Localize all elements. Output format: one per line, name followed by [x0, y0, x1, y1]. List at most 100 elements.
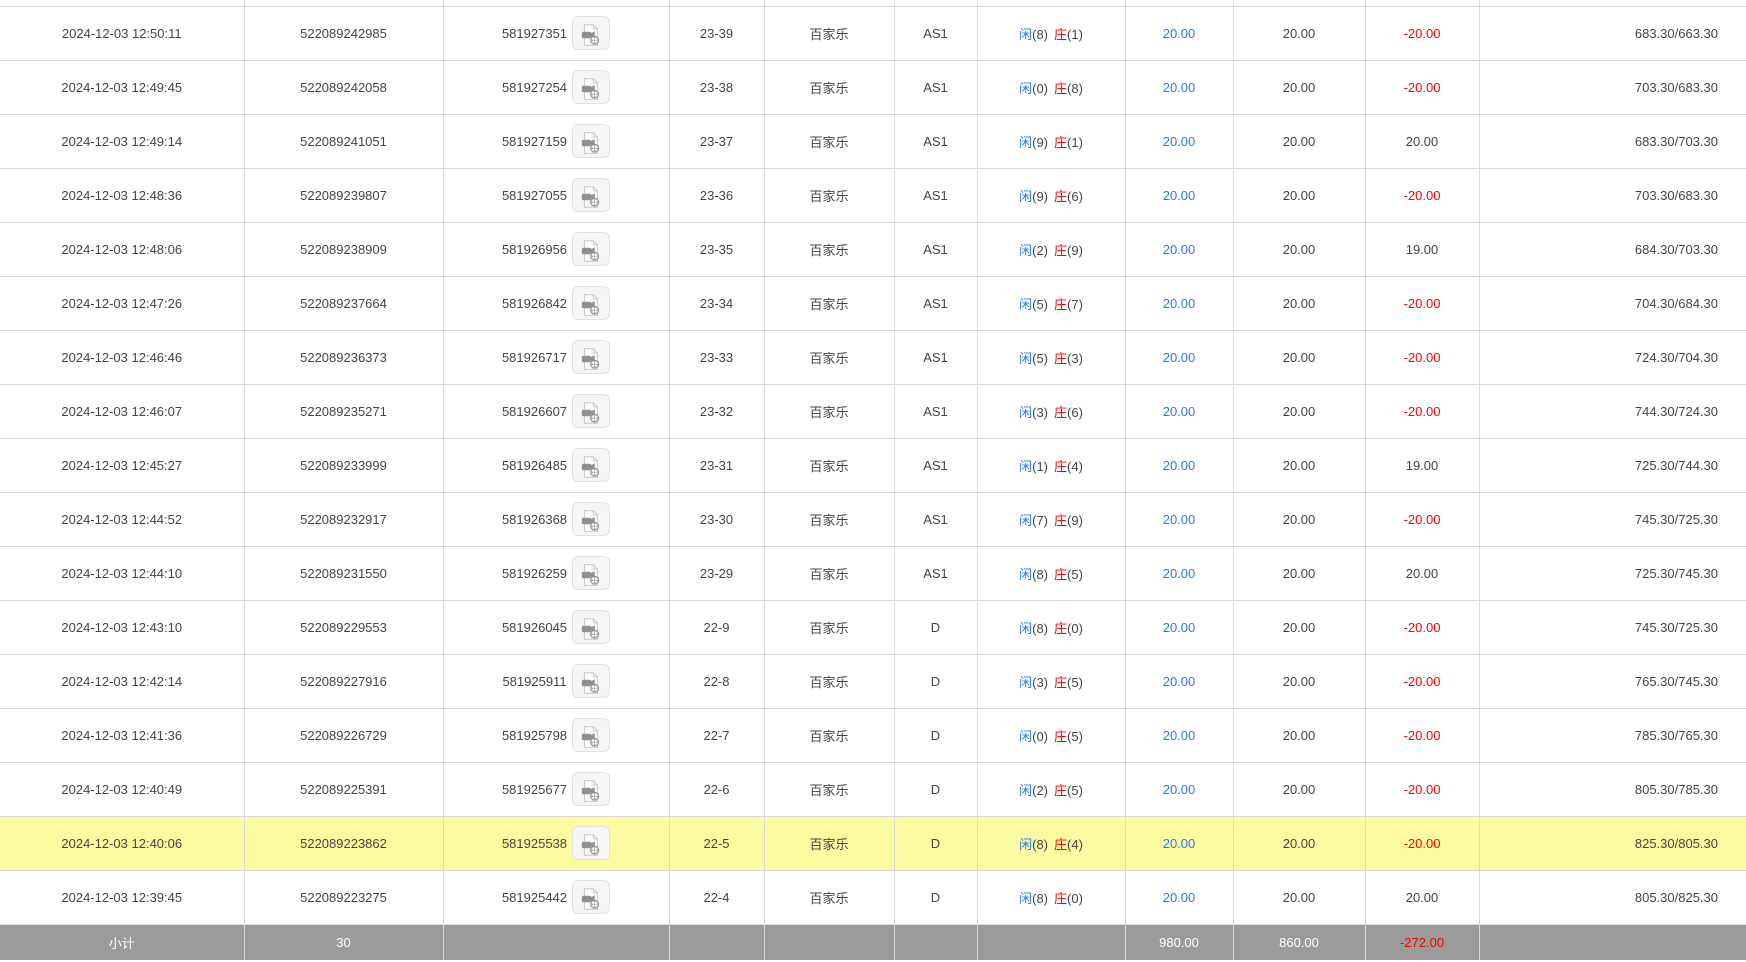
order-number: 522089231550: [244, 546, 444, 601]
player-label: 闲: [1019, 242, 1033, 258]
subtotal-empty-cell: [1479, 924, 1746, 960]
bet-time: 2024-12-03 12:44:10: [0, 546, 245, 601]
bet-amount[interactable]: 20.00: [1125, 816, 1234, 871]
video-file-icon: [581, 131, 600, 154]
order-number: 522089239807: [244, 168, 444, 223]
player-score: (7): [1032, 512, 1048, 528]
valid-amount: 20.00: [1233, 276, 1366, 331]
video-replay-button[interactable]: [572, 718, 611, 752]
balance: 703.30/683.30: [1479, 60, 1746, 115]
banker-score: (9): [1067, 242, 1083, 258]
order-number: 522089242058: [244, 60, 444, 115]
valid-amount: 20.00: [1233, 492, 1366, 547]
table-row[interactable]: 2024-12-03 12:47:26 522089237664 5819268…: [0, 276, 1746, 331]
table-row[interactable]: 2024-12-03 12:44:10 522089231550 5819262…: [0, 546, 1746, 601]
bet-amount[interactable]: 20.00: [1125, 708, 1234, 763]
bet-amount[interactable]: 20.00: [1125, 276, 1234, 331]
table-row[interactable]: 2024-12-03 12:46:07 522089235271 5819266…: [0, 384, 1746, 439]
game-type: 百家乐: [764, 546, 895, 601]
table-row[interactable]: 2024-12-03 12:46:46 522089236373 5819267…: [0, 330, 1746, 385]
video-replay-button[interactable]: [572, 502, 611, 536]
game-result: 闲(2) 庄(5): [977, 762, 1126, 817]
video-replay-button[interactable]: [572, 286, 611, 320]
bet-amount[interactable]: 20.00: [1125, 600, 1234, 655]
video-replay-button[interactable]: [572, 394, 611, 428]
bet-amount[interactable]: 20.00: [1125, 330, 1234, 385]
round-number: 22-5: [669, 816, 765, 871]
bet-time: 2024-12-03 12:39:45: [0, 870, 245, 925]
banker-label: 庄: [1054, 566, 1068, 582]
banker-label: 庄: [1054, 188, 1068, 204]
player-label: 闲: [1019, 404, 1033, 420]
bet-time: 2024-12-03 12:40:49: [0, 762, 245, 817]
game-result: 闲(9) 庄(6): [977, 168, 1126, 223]
subtotal-bet-total: 980.00: [1125, 924, 1234, 960]
table-name: AS1: [894, 222, 978, 277]
bet-amount[interactable]: 20.00: [1125, 762, 1234, 817]
game-type: 百家乐: [764, 384, 895, 439]
table-row[interactable]: 2024-12-03 12:42:14 522089227916 5819259…: [0, 654, 1746, 709]
video-replay-button[interactable]: [572, 880, 611, 914]
video-replay-button[interactable]: [571, 664, 610, 698]
banker-label: 庄: [1054, 26, 1068, 42]
win-loss: -20.00: [1365, 816, 1480, 871]
video-replay-button[interactable]: [572, 70, 611, 104]
video-replay-button[interactable]: [572, 826, 611, 860]
video-file-icon: [581, 887, 600, 910]
valid-amount: 20.00: [1233, 60, 1366, 115]
subtotal-empty-cell: [764, 924, 895, 960]
banker-score: (8): [1067, 80, 1083, 96]
table-row[interactable]: 2024-12-03 12:49:14 522089241051 5819271…: [0, 114, 1746, 169]
video-replay-button[interactable]: [572, 340, 611, 374]
player-score: (1): [1032, 458, 1048, 474]
table-name: AS1: [894, 6, 978, 61]
bet-amount[interactable]: 20.00: [1125, 870, 1234, 925]
round-number: 23-32: [669, 384, 765, 439]
game-number-cell: 581927254: [443, 60, 670, 115]
table-name: AS1: [894, 60, 978, 115]
bet-amount[interactable]: 20.00: [1125, 654, 1234, 709]
video-replay-button[interactable]: [572, 772, 611, 806]
bet-amount[interactable]: 20.00: [1125, 222, 1234, 277]
table-row[interactable]: 2024-12-03 12:50:11 522089242985 5819273…: [0, 6, 1746, 61]
game-type: 百家乐: [764, 708, 895, 763]
table-row[interactable]: 2024-12-03 12:40:06 522089223862 5819255…: [0, 816, 1746, 871]
video-replay-button[interactable]: [572, 124, 611, 158]
bet-amount[interactable]: 20.00: [1125, 492, 1234, 547]
balance: 725.30/745.30: [1479, 546, 1746, 601]
player-label: 闲: [1019, 134, 1033, 150]
table-row[interactable]: 2024-12-03 12:39:45 522089223275 5819254…: [0, 870, 1746, 925]
bet-amount[interactable]: 20.00: [1125, 60, 1234, 115]
player-score: (8): [1032, 890, 1048, 906]
table-row[interactable]: 2024-12-03 12:48:36 522089239807 5819270…: [0, 168, 1746, 223]
game-number: 581927159: [501, 133, 568, 149]
table-row[interactable]: 2024-12-03 12:45:27 522089233999 5819264…: [0, 438, 1746, 493]
player-score: (2): [1032, 242, 1048, 258]
bet-amount[interactable]: 20.00: [1125, 168, 1234, 223]
game-result: 闲(8) 庄(1): [977, 6, 1126, 61]
game-number: 581925911: [502, 673, 567, 689]
table-row[interactable]: 2024-12-03 12:43:10 522089229553 5819260…: [0, 600, 1746, 655]
game-type: 百家乐: [764, 762, 895, 817]
bet-amount[interactable]: 20.00: [1125, 384, 1234, 439]
valid-amount: 20.00: [1233, 708, 1366, 763]
bet-amount[interactable]: 20.00: [1125, 438, 1234, 493]
video-replay-button[interactable]: [572, 610, 611, 644]
table-row[interactable]: 2024-12-03 12:49:45 522089242058 5819272…: [0, 60, 1746, 115]
table-row[interactable]: 2024-12-03 12:48:06 522089238909 5819269…: [0, 222, 1746, 277]
table-row[interactable]: 2024-12-03 12:41:36 522089226729 5819257…: [0, 708, 1746, 763]
round-number: 23-35: [669, 222, 765, 277]
bet-amount[interactable]: 20.00: [1125, 546, 1234, 601]
table-row[interactable]: 2024-12-03 12:44:52 522089232917 5819263…: [0, 492, 1746, 547]
bet-amount[interactable]: 20.00: [1125, 114, 1234, 169]
order-number: 522089232917: [244, 492, 444, 547]
video-replay-button[interactable]: [572, 178, 611, 212]
video-replay-button[interactable]: [572, 16, 611, 50]
video-replay-button[interactable]: [572, 448, 611, 482]
table-row[interactable]: 2024-12-03 12:40:49 522089225391 5819256…: [0, 762, 1746, 817]
bet-amount[interactable]: 20.00: [1125, 6, 1234, 61]
banker-label: 庄: [1054, 512, 1068, 528]
video-replay-button[interactable]: [572, 556, 611, 590]
balance: 745.30/725.30: [1479, 600, 1746, 655]
video-replay-button[interactable]: [572, 232, 611, 266]
